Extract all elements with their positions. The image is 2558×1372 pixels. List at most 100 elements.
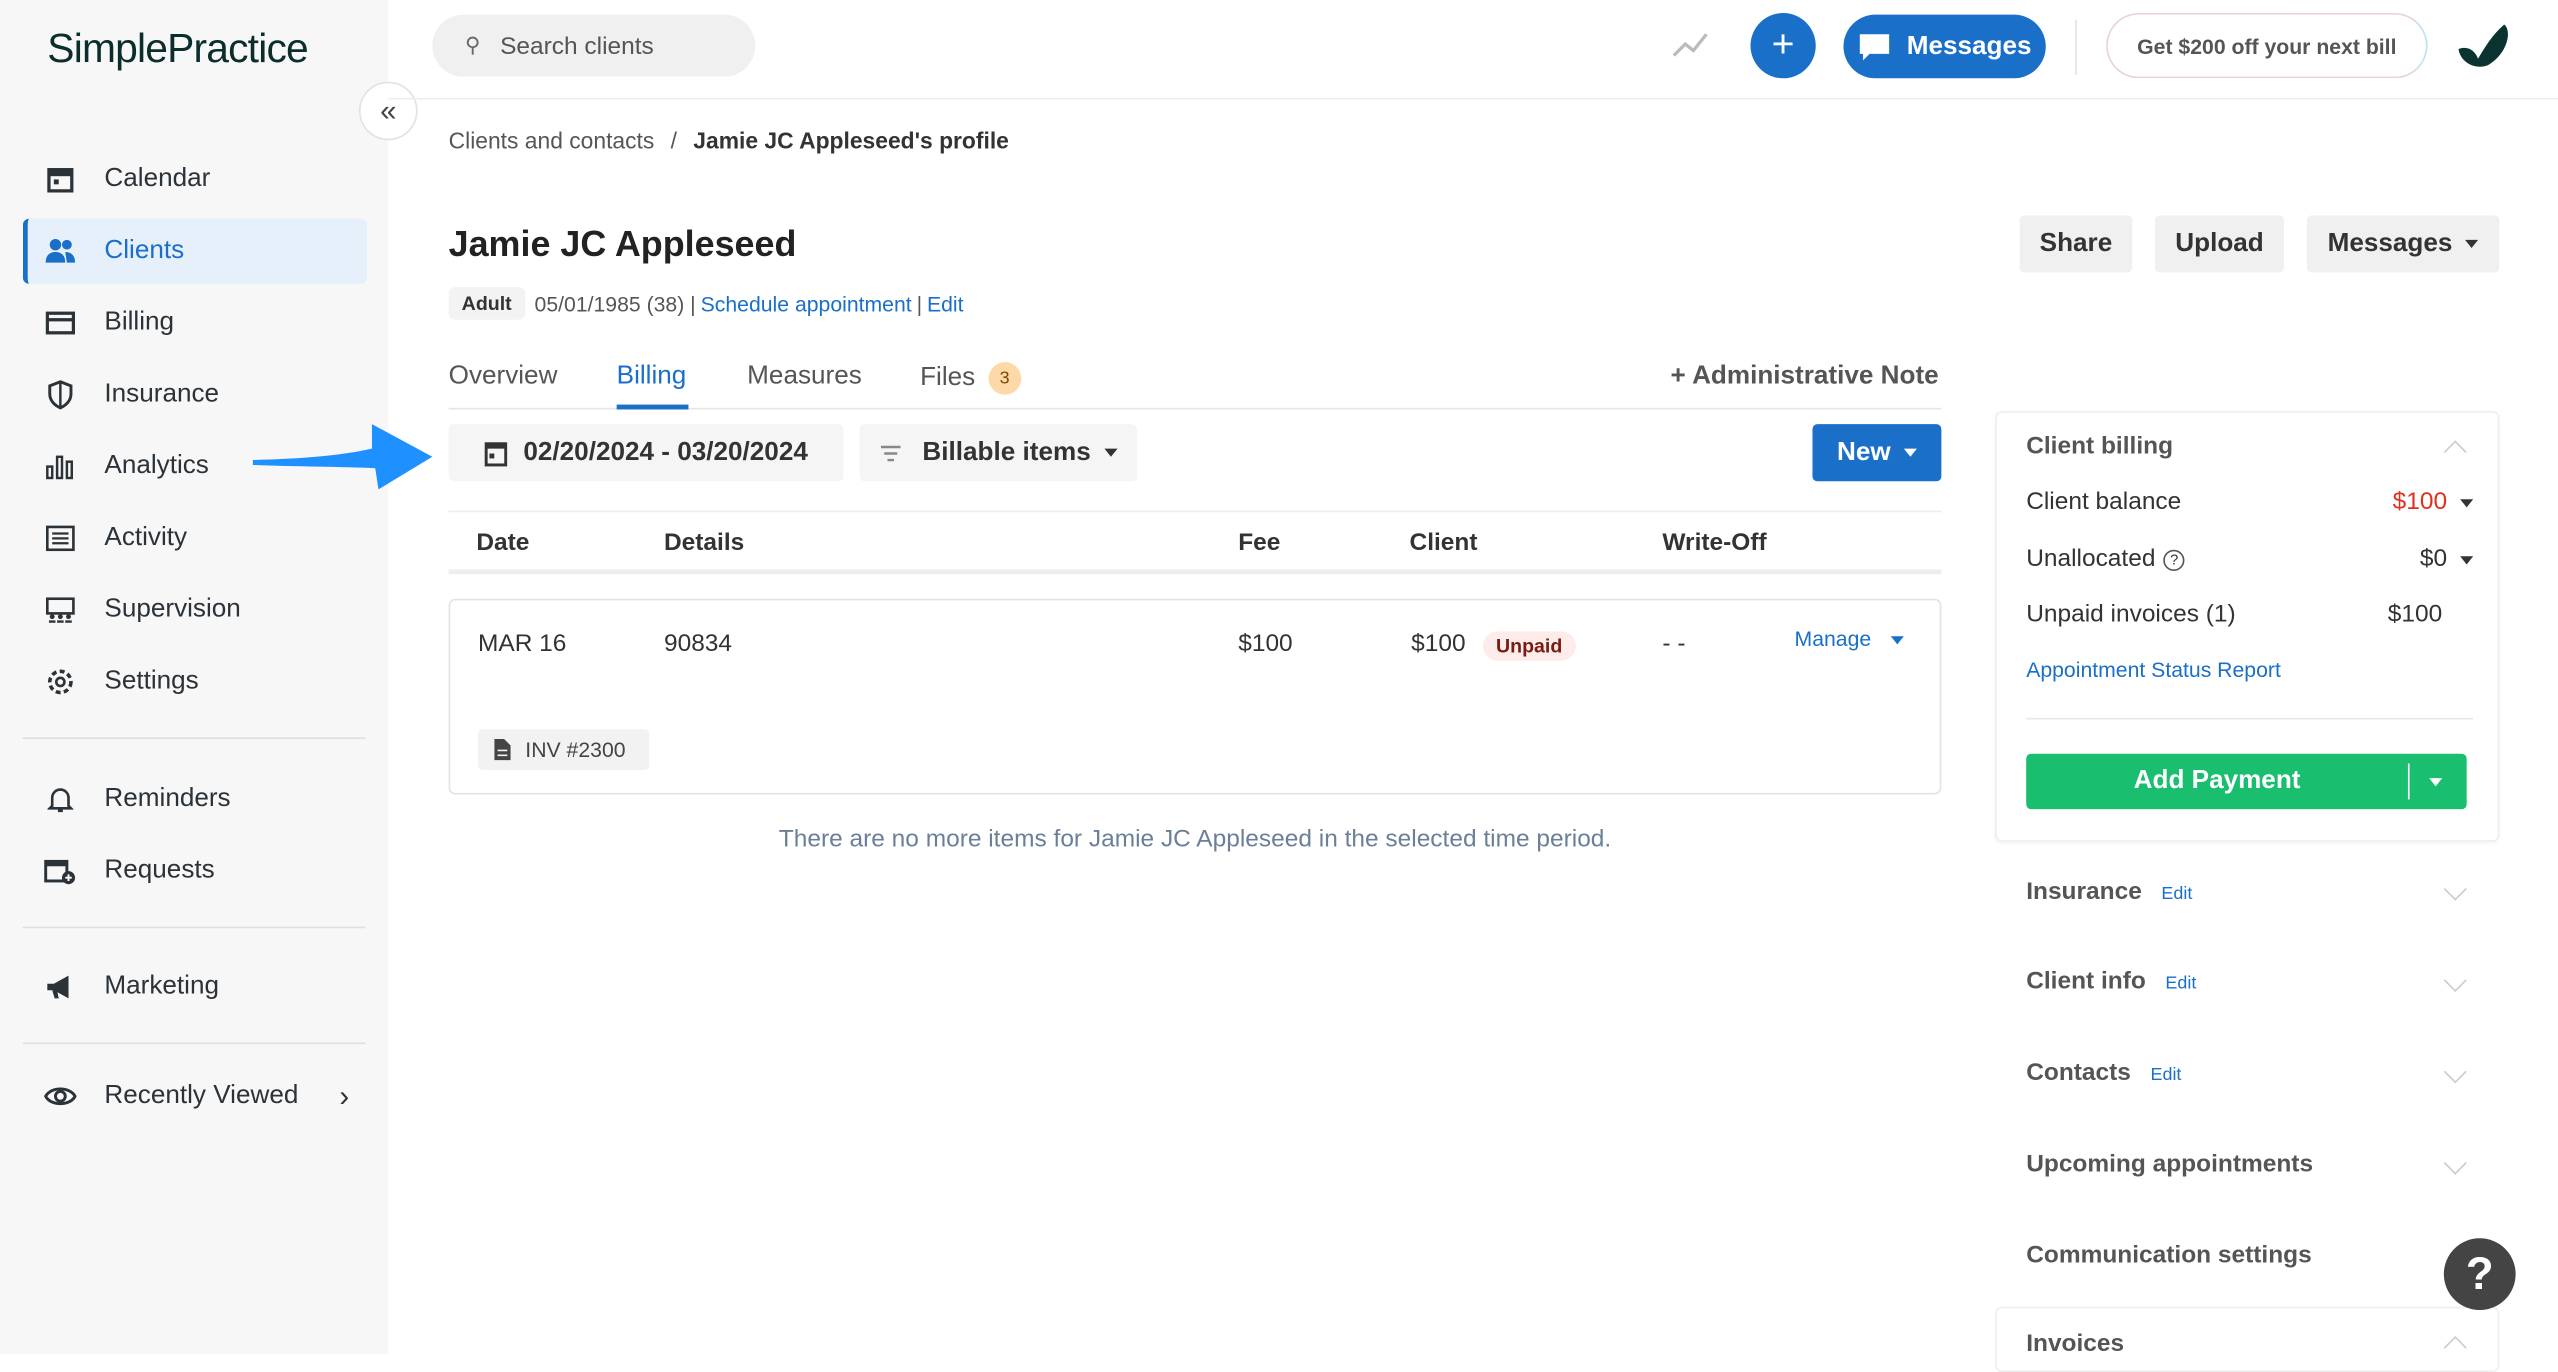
sidebar-item-label: Recently Viewed [104,1081,299,1110]
breadcrumb-current: Jamie JC Appleseed's profile [693,127,1009,154]
client-balance-value[interactable]: $100 [2393,488,2474,516]
caret-down-icon [1903,448,1917,457]
sidebar-divider [22,926,366,929]
sidebar-item-recently-viewed[interactable]: Recently Viewed › [23,1064,362,1129]
upload-button[interactable]: Upload [2155,215,2284,273]
chevron-down-icon[interactable] [2443,1060,2467,1084]
calendar-icon [484,441,507,466]
sidebar-item-label: Clients [104,236,185,265]
megaphone-icon [42,972,78,1001]
unallocated-label: Unallocated? [2026,545,2185,573]
sidebar-divider [22,1042,366,1045]
add-payment-button[interactable]: Add Payment [2026,753,2467,810]
add-payment-caret-icon[interactable] [2429,777,2443,786]
add-button[interactable]: + [1750,13,1816,79]
edit-client-link[interactable]: Edit [927,291,964,315]
column-header-write-off: Write-Off [1662,528,1767,557]
unpaid-status-badge: Unpaid [1482,631,1576,661]
search-input[interactable]: ⚲ Search clients [432,14,756,77]
sidebar-item-requests[interactable]: Requests [23,839,362,904]
analytics-icon [42,454,78,480]
caret-down-icon [2460,498,2474,507]
unallocated-text: Unallocated [2026,544,2156,573]
unpaid-invoices-value: $100 [2387,600,2443,629]
calendar-plus-icon [42,856,78,885]
filter-label: Billable items [922,438,1091,466]
sidebar-item-calendar[interactable]: Calendar [23,147,362,212]
shield-icon [42,380,78,410]
invoice-label: INV #2300 [525,737,626,762]
column-header-fee: Fee [1238,528,1281,557]
help-button[interactable]: ? [2443,1238,2516,1311]
annotation-arrow-icon [252,424,433,490]
sidebar-item-marketing[interactable]: Marketing [23,954,362,1019]
sidebar-item-billing[interactable]: Billing [23,290,362,355]
caret-down-icon [2465,239,2479,248]
appointment-status-report-link[interactable]: Appointment Status Report [2026,657,2281,681]
section-title: Insurance [2026,877,2142,906]
tab-measures[interactable]: Measures [747,362,862,391]
simplepractice-logo[interactable]: SimplePractice [47,26,308,73]
breadcrumb-separator: / [670,127,677,154]
add-administrative-note-button[interactable]: + Administrative Note [1671,362,1939,391]
section-client-info[interactable]: Client info Edit [2026,967,2196,995]
chevron-down-icon[interactable] [2443,968,2467,993]
edit-insurance-link[interactable]: Edit [2161,884,2192,904]
edit-client-info-link[interactable]: Edit [2165,974,2196,994]
chat-bubble-icon [1859,33,1889,60]
breadcrumb-clients-link[interactable]: Clients and contacts [449,127,655,153]
caret-down-icon [2460,555,2474,564]
unallocated-value[interactable]: $0 [2420,545,2474,573]
new-label: New [1837,438,1891,466]
sidebar-item-clients[interactable]: Clients [22,218,368,284]
chevron-right-icon: › [339,1079,350,1112]
sidebar-item-label: Reminders [104,784,231,813]
trend-icon[interactable] [1671,29,1710,62]
new-button[interactable]: New [1812,424,1942,482]
billing-divider [2026,717,2474,720]
billable-items-filter[interactable]: Billable items [859,424,1138,482]
edit-contacts-link[interactable]: Edit [2150,1065,2181,1085]
breadcrumb: Clients and contacts / Jamie JC Appleseed'… [449,127,1009,153]
unpaid-invoices-link[interactable]: Unpaid invoices (1) [2026,600,2235,628]
section-insurance[interactable]: Insurance Edit [2026,878,2192,906]
invoice-chip[interactable]: INV #2300 [478,729,650,771]
tab-billing[interactable]: Billing [617,362,687,391]
tab-overview[interactable]: Overview [449,362,558,391]
sidebar-item-reminders[interactable]: Reminders [23,767,362,832]
help-circle-icon[interactable]: ? [2163,549,2185,571]
account-logo-icon[interactable] [2455,20,2514,72]
promo-button[interactable]: Get $200 off your next bill [2106,13,2428,79]
client-balance-label: Client balance [2026,487,2182,516]
client-meta: Adult 05/01/1985 (38) | Schedule appoint… [448,287,964,320]
share-button[interactable]: Share [2019,215,2133,273]
sidebar-item-supervision[interactable]: Supervision [23,578,362,643]
eye-icon [42,1085,78,1108]
page-title: Jamie JC Appleseed [448,223,797,265]
sidebar-item-label: Activity [104,523,188,552]
sidebar-item-label: Calendar [104,164,211,193]
manage-dropdown[interactable]: Manage [1795,626,1904,651]
client-billing-title: Client billing [2026,432,2174,461]
tab-files[interactable]: Files 3 [920,362,1021,395]
section-title: Contacts [2026,1058,2131,1087]
chevron-down-icon[interactable] [2443,877,2467,901]
section-invoices[interactable]: Invoices [2026,1330,2124,1358]
collapse-sidebar-button[interactable]: « [358,81,418,141]
bell-icon [42,785,78,814]
sidebar-item-activity[interactable]: Activity [23,506,362,571]
section-upcoming-appointments[interactable]: Upcoming appointments [2026,1150,2313,1178]
client-type-badge: Adult [448,287,525,320]
section-communication-settings[interactable]: Communication settings [2026,1241,2312,1269]
messages-button[interactable]: Messages [1843,14,2046,79]
messages-dropdown-button[interactable]: Messages [2306,215,2500,273]
caret-down-icon [1103,448,1117,457]
messages-dropdown-label: Messages [2327,229,2453,257]
section-contacts[interactable]: Contacts Edit [2026,1059,2181,1087]
schedule-appointment-link[interactable]: Schedule appointment [701,291,912,315]
activity-icon [42,525,78,552]
chevron-down-icon[interactable] [2443,1151,2467,1175]
sidebar-item-settings[interactable]: Settings [23,649,362,714]
date-range-picker[interactable]: 02/20/2024 - 03/20/2024 [448,424,844,482]
row-client-amount: $100 [1411,629,1466,658]
